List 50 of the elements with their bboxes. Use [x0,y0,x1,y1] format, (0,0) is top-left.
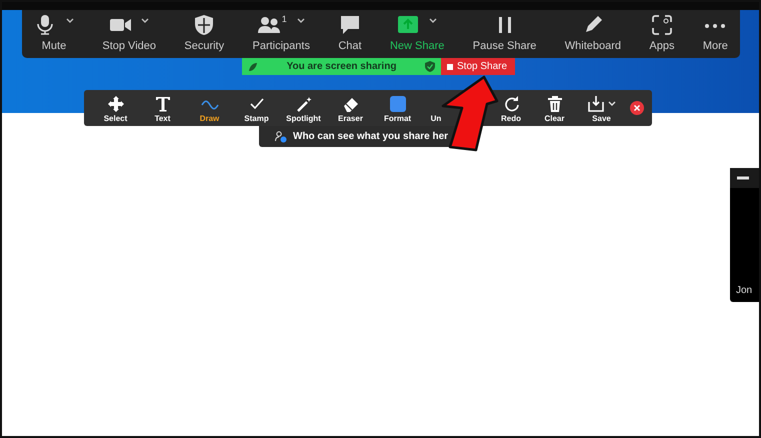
annotation-tool[interactable]: Redo [501,94,521,122]
annotation-tool[interactable]: Draw [190,94,229,122]
close-button[interactable] [630,101,644,115]
annotation-tool[interactable]: Eraser [331,94,370,122]
annotation-tool[interactable]: Save [582,94,621,122]
toolbar-button[interactable]: Security [182,10,226,58]
stop-square-icon [447,64,453,70]
close-icon [630,101,644,115]
move-arrows-icon [106,94,124,112]
caret-icon [66,18,74,24]
text-t-icon [154,94,172,112]
redo-icon [502,94,520,112]
annotation-tool[interactable]: Stamp [237,94,276,122]
minimize-icon [737,176,749,180]
shield-icon [193,14,216,36]
people-icon [258,14,280,36]
caret-icon [141,18,150,24]
annotation-tool[interactable]: Text [143,94,182,122]
status-text: You are screen sharing [286,61,398,72]
toolbar-button[interactable]: Pause Share [470,10,538,58]
color-square-icon [388,94,406,112]
annotation-tool[interactable]: Un [429,94,443,122]
toolbar-button[interactable]: Stop Video [100,10,158,58]
person-share-icon [275,130,287,142]
toolbar-button[interactable]: Mute [32,10,76,58]
toolbar-button[interactable]: 1 Participants [250,10,312,58]
caret-icon [429,18,438,24]
shield-check-icon [425,61,435,72]
magic-wand-icon [294,94,312,112]
annotation-tool[interactable]: Clear [535,94,574,122]
caret-icon [296,18,305,24]
toolbar-button[interactable]: New Share [388,10,446,58]
apps-icon [650,14,673,36]
toolbar-button[interactable]: Whiteboard [562,10,624,58]
caret-icon [608,100,616,106]
stop-share-button[interactable]: Stop Share [441,58,515,75]
microphone-icon [34,14,56,36]
toolbar-button[interactable]: More [700,10,730,58]
annotation-tool[interactable]: Format [378,94,417,122]
tooltip-text: Who can see what you share her [293,131,448,142]
leaf-icon [248,62,258,72]
trash-icon [546,94,564,112]
download-tray-icon [587,94,605,112]
annotation-tool[interactable]: Spotlight [284,94,323,122]
annotation-tool[interactable]: Select [96,94,135,122]
chat-bubble-icon [338,14,361,36]
toolbar-button[interactable]: Chat [336,10,364,58]
toolbar-button[interactable]: Apps [647,10,676,58]
more-dots-icon [704,23,726,29]
participant-name: Jon [735,285,754,298]
